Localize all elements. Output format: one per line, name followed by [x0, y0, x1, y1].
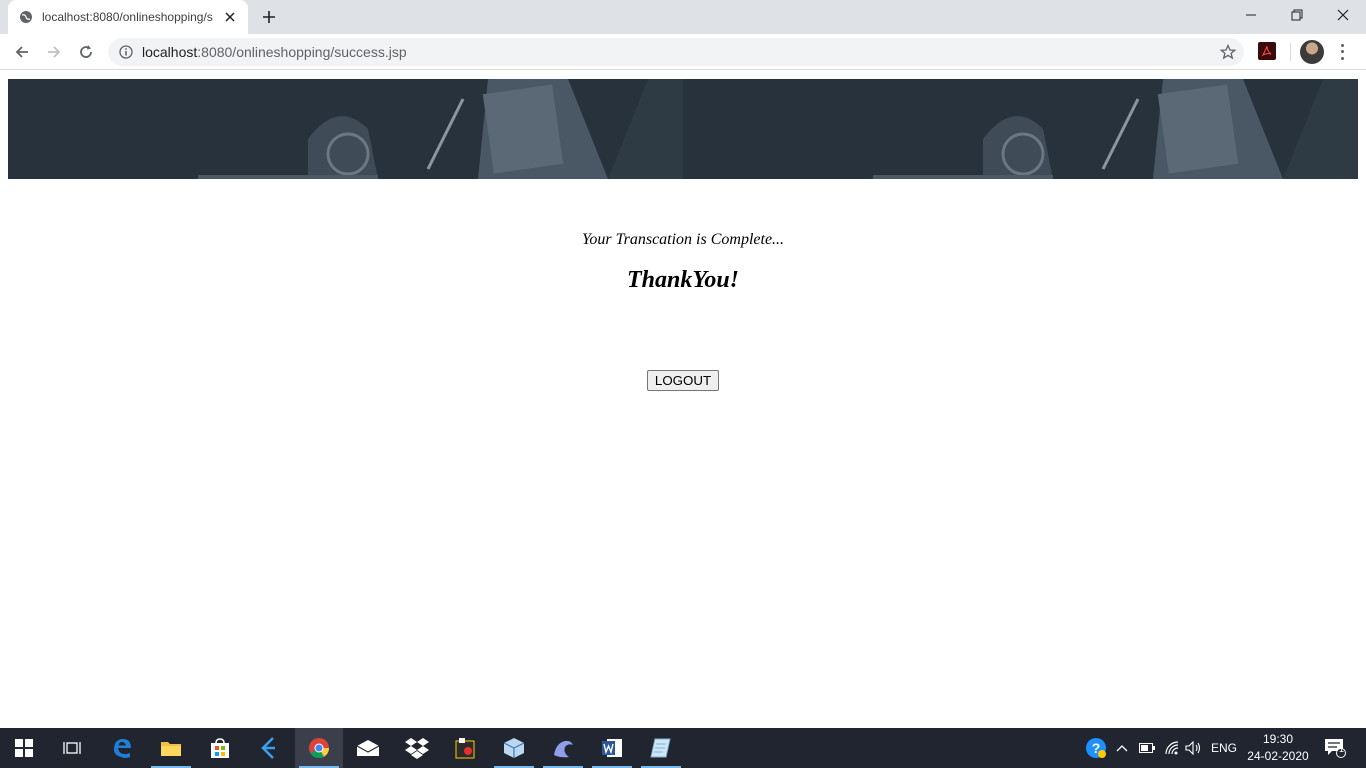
forward-icon[interactable] — [42, 40, 66, 64]
mysql-workbench-icon[interactable] — [539, 728, 587, 768]
thank-you-heading: ThankYou! — [626, 267, 740, 293]
address-bar[interactable]: localhost:8080/onlineshopping/success.js… — [108, 38, 1244, 66]
dropbox-icon[interactable] — [393, 728, 441, 768]
task-view-icon[interactable] — [48, 728, 96, 768]
language-indicator[interactable]: ENG — [1208, 728, 1240, 768]
tab-title: localhost:8080/onlineshopping/s — [42, 10, 213, 24]
battery-icon[interactable] — [1138, 728, 1156, 768]
info-icon[interactable] — [118, 44, 134, 60]
reload-icon[interactable] — [74, 40, 98, 64]
store-icon[interactable] — [196, 728, 244, 768]
globe-icon — [18, 9, 34, 25]
logout-button[interactable]: LOGOUT — [647, 370, 719, 391]
acrobat-extension-icon[interactable] — [1258, 42, 1276, 60]
page-viewport: Your Transcation is Complete... ThankYou… — [0, 71, 1366, 728]
virtualbox-icon[interactable] — [490, 728, 538, 768]
file-explorer-icon[interactable] — [147, 728, 195, 768]
chrome-icon[interactable] — [295, 728, 343, 768]
profile-avatar[interactable] — [1300, 40, 1324, 64]
windows-taskbar: ? ENG 19:30 24-02-2020 1 — [0, 728, 1366, 768]
url-host: localhost — [142, 44, 198, 60]
help-icon[interactable]: ? — [1084, 728, 1108, 768]
mail-icon[interactable] — [344, 728, 392, 768]
url-text: localhost:8080/onlineshopping/success.js… — [142, 44, 407, 60]
action-center-icon[interactable]: 1 — [1320, 728, 1350, 768]
restore-icon[interactable] — [1274, 0, 1320, 30]
close-window-icon[interactable] — [1320, 0, 1366, 30]
windows-start-icon[interactable] — [0, 728, 48, 768]
back-icon[interactable] — [10, 40, 34, 64]
app-icon-red[interactable] — [441, 728, 489, 768]
tab-strip: localhost:8080/onlineshopping/s — [0, 0, 1366, 34]
vscode-icon[interactable] — [245, 728, 293, 768]
header-banner — [8, 79, 1358, 179]
banner-image-repeat — [683, 79, 1358, 179]
menu-icon[interactable] — [1336, 42, 1348, 62]
clock-time: 19:30 — [1262, 732, 1294, 746]
close-tab-icon[interactable] — [222, 9, 238, 25]
notes-app-icon[interactable] — [637, 728, 685, 768]
wifi-icon[interactable] — [1162, 728, 1182, 768]
minimize-icon[interactable] — [1228, 0, 1274, 30]
url-path: :8080/onlineshopping/success.jsp — [197, 44, 407, 60]
browser-tab[interactable]: localhost:8080/onlineshopping/s — [8, 0, 248, 34]
show-hidden-icons-chevron-icon[interactable] — [1114, 728, 1130, 768]
toolbar-divider — [1290, 43, 1291, 61]
bookmark-star-icon[interactable] — [1219, 43, 1237, 65]
edge-icon[interactable] — [98, 728, 146, 768]
clock-date: 24-02-2020 — [1247, 749, 1309, 763]
volume-icon[interactable] — [1184, 728, 1204, 768]
banner-image — [8, 79, 683, 179]
notification-count: 1 — [1339, 744, 1345, 754]
word-icon[interactable] — [588, 728, 636, 768]
browser-toolbar: localhost:8080/onlineshopping/success.js… — [0, 34, 1366, 70]
transaction-message: Your Transcation is Complete... — [581, 231, 785, 248]
new-tab-icon[interactable] — [260, 8, 278, 26]
clock[interactable]: 19:30 24-02-2020 — [1240, 731, 1316, 765]
